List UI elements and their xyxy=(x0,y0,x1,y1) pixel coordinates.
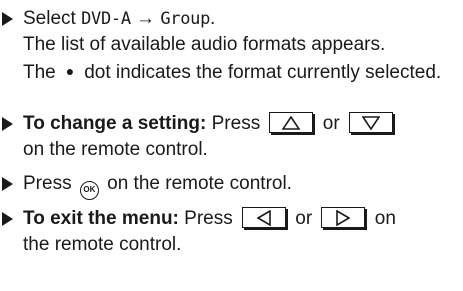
left-key-button xyxy=(242,207,287,228)
dot-note-start: The xyxy=(23,62,56,83)
step-change-setting: To change a setting: Press or on the rem… xyxy=(0,111,463,163)
up-key-button xyxy=(269,112,314,133)
left-triangle-icon xyxy=(257,209,271,226)
result-text: The list of available audio formats appe… xyxy=(23,34,386,55)
step-text-prefix: Press xyxy=(23,173,77,194)
step-heading: To exit the menu: xyxy=(23,208,179,229)
down-key-button xyxy=(348,112,393,133)
ok-button-icon: OK xyxy=(79,181,99,200)
step-text-prefix: Press xyxy=(178,208,239,229)
bullet-triangle-icon xyxy=(2,212,13,226)
step-text-suffix: . xyxy=(210,8,216,29)
right-key-button xyxy=(321,207,366,228)
up-triangle-icon xyxy=(282,115,301,130)
step-text-on: on xyxy=(369,208,396,229)
step-text-prefix: Select xyxy=(23,8,82,29)
instructions: Select DVD-A → Group. The list of availa… xyxy=(0,0,463,291)
step-exit-menu: To exit the menu: Press or on the remote… xyxy=(0,206,463,258)
arrow-icon: → xyxy=(130,8,161,29)
step-text: Select DVD-A → Group. The list of availa… xyxy=(23,6,461,86)
step-press-ok: Press OK on the remote control. xyxy=(0,171,463,200)
selection-dot-icon: ● xyxy=(65,63,75,79)
step-text: Press OK on the remote control. xyxy=(23,171,461,200)
step-select-format: Select DVD-A → Group. The list of availa… xyxy=(0,6,463,86)
step-heading: To change a setting: xyxy=(23,113,207,134)
right-triangle-icon xyxy=(336,209,351,226)
bullet-triangle-icon xyxy=(2,177,13,191)
step-text-or: or xyxy=(317,113,345,134)
dot-note-end: dot indicates the format currently selec… xyxy=(84,62,442,83)
step-text-prefix: Press xyxy=(206,113,266,134)
step-text-suffix: on the remote control. xyxy=(23,139,208,160)
step-text-suffix: on the remote control. xyxy=(101,173,292,194)
step-text: To exit the menu: Press or on the remote… xyxy=(23,206,461,258)
screen-text-group: Group xyxy=(160,9,211,29)
step-text-suffix: the remote control. xyxy=(23,234,182,255)
screen-text-dvd-a: DVD-A xyxy=(81,9,131,29)
down-triangle-icon xyxy=(361,115,380,130)
bullet-triangle-icon xyxy=(2,12,13,26)
bullet-triangle-icon xyxy=(2,117,13,131)
step-text-or: or xyxy=(290,208,318,229)
step-text: To change a setting: Press or on the rem… xyxy=(23,111,461,163)
